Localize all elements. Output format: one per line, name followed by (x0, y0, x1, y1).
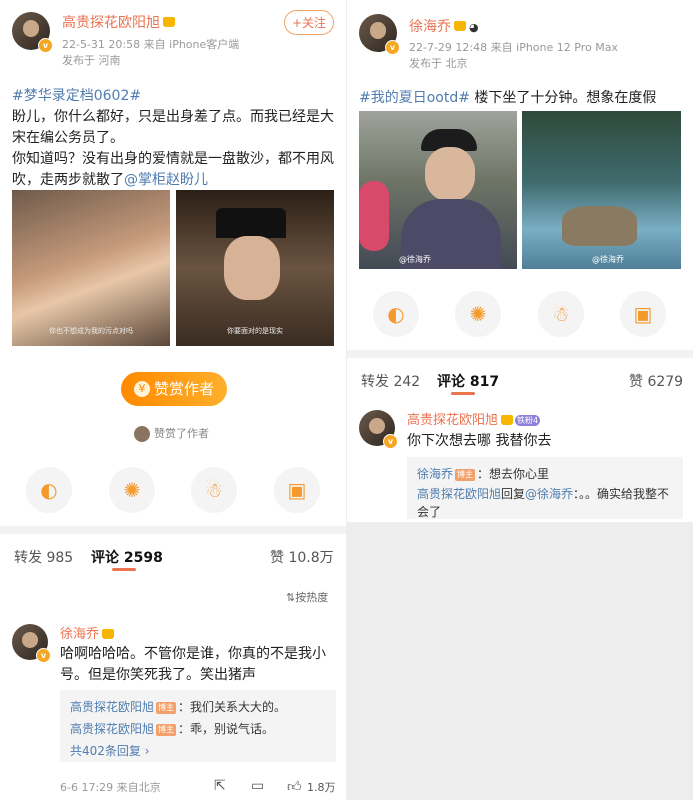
commenter-name[interactable]: 高贵探花欧阳旭 铁粉4 (407, 409, 541, 428)
post-meta: 22-7-29 12:48 来自 iPhone 12 Pro Max (409, 41, 618, 54)
like-icon[interactable]: 👍︎ (287, 778, 302, 795)
author-name[interactable]: 高贵探花欧阳旭 (62, 12, 175, 32)
post-image-1[interactable]: @徐海乔 (359, 111, 517, 269)
mention-link[interactable]: @掌柜赵盼儿 (124, 172, 208, 188)
divider (0, 526, 346, 534)
reward-author-button[interactable]: ¥ 赞赏作者 (121, 372, 227, 406)
chevron-right-icon: › (144, 744, 150, 758)
reply-item[interactable]: 高贵探花欧阳旭 博主 ：乖，别说气话。 (70, 720, 274, 737)
comment-like-count: 1.8万 (307, 781, 336, 794)
hashtag-link[interactable]: #我的夏日ootd# (359, 90, 470, 106)
post-body: #我的夏日ootd# 楼下坐了十分钟。想象在度假 (359, 90, 657, 106)
tab-likes[interactable]: 赞 6279 (629, 371, 683, 391)
wechat-icon[interactable]: ◐ (373, 291, 419, 337)
tab-forward[interactable]: 转发 242 (361, 371, 420, 391)
post-image-2[interactable]: 你要面对的是现实 (176, 190, 334, 346)
verified-badge: v (385, 40, 400, 55)
reply-item[interactable]: 高贵探花欧阳旭 博主 ：我们关系大大的。 (70, 698, 286, 715)
hashtag-link[interactable]: #梦华录定档0602# (12, 88, 141, 104)
post-image-2[interactable]: @徐海乔 (522, 111, 681, 269)
reply-box: 高贵探花欧阳旭 博主 ：我们关系大大的。 高贵探花欧阳旭 博主 ：乖，别说气话。 共40… (60, 690, 336, 762)
coin-icon: ¥ (133, 380, 150, 397)
commenter-name[interactable]: 徐海乔 (60, 623, 115, 642)
forward-icon[interactable]: ⇱ (214, 778, 226, 794)
reply-item[interactable]: 徐海乔 博主 ：想去你心里 (417, 465, 549, 482)
tab-likes[interactable]: 赞 10.8万 (270, 547, 334, 567)
stats-tabs: 转发 985 评论 2598 赞 10.8万 (0, 538, 346, 574)
crown-icon (163, 17, 175, 27)
verified-badge: v (383, 434, 398, 449)
comment-icon[interactable]: ▭ (251, 778, 264, 794)
post-meta: 22-5-31 20:58 来自 iPhone客户端 (62, 38, 240, 51)
active-tab-indicator (112, 568, 136, 571)
panda-icon: ◕ (469, 21, 479, 34)
reply-box: 徐海乔 博主 ：想去你心里 高贵探花欧阳旭回复@徐海乔：。。确实给我整不会了 (407, 457, 683, 519)
qq-icon[interactable]: ☃ (191, 467, 237, 513)
verified-badge: v (36, 648, 51, 663)
moments-icon[interactable]: ✺ (109, 467, 155, 513)
crown-icon (501, 414, 514, 425)
reward-note: 赞赏了作者 (134, 425, 209, 442)
wechat-icon[interactable]: ◐ (26, 467, 72, 513)
crown-icon (102, 628, 115, 639)
post-location: 发布于 北京 (409, 57, 468, 70)
sort-icon: ⇅ (286, 591, 296, 604)
qq-icon[interactable]: ☃ (538, 291, 584, 337)
tab-forward[interactable]: 转发 985 (14, 547, 73, 567)
rewarder-avatar (134, 426, 150, 442)
active-tab-indicator (451, 392, 475, 395)
stats-tabs: 转发 242 评论 817 赞 6279 (347, 362, 693, 398)
post-body: #梦华录定档0602# 盼儿，你什么都好，只是出身差了点。而我已经是大宋在编公务… (12, 88, 334, 188)
comment-meta: 6-6 17:29 来自北京 (60, 781, 161, 794)
comment-text: 你下次想去哪 我替你去 (407, 433, 552, 449)
fan-badge: 铁粉4 (515, 415, 541, 426)
crown-icon (454, 21, 466, 31)
save-image-icon[interactable]: ▣ (274, 467, 320, 513)
comment-text: 哈啊哈哈哈。不管你是谁，你真的不是我小号。但是你笑死我了。笑出猪声 (60, 646, 326, 683)
sort-button[interactable]: ⇅按热度 (286, 589, 328, 605)
post-image-1[interactable]: 你也不想成为我的污点对吗 (12, 190, 170, 346)
author-name[interactable]: 徐海乔 ◕ (409, 16, 479, 36)
more-replies-link[interactable]: 共402条回复 › (70, 742, 150, 759)
moments-icon[interactable]: ✺ (455, 291, 501, 337)
left-weibo-post: v 高贵探花欧阳旭 22-5-31 20:58 来自 iPhone客户端 发布于… (0, 0, 346, 800)
post-location: 发布于 河南 (62, 54, 121, 67)
verified-badge: v (38, 38, 53, 53)
save-image-icon[interactable]: ▣ (620, 291, 666, 337)
tab-comments[interactable]: 评论 817 (437, 371, 499, 391)
follow-button[interactable]: +关注 (284, 10, 334, 35)
tab-comments[interactable]: 评论 2598 (91, 547, 163, 567)
divider (347, 350, 693, 358)
right-weibo-post: v 徐海乔 ◕ 22-7-29 12:48 来自 iPhone 12 Pro Ma… (347, 0, 693, 522)
reply-item[interactable]: 高贵探花欧阳旭回复@徐海乔：。。确实给我整不会了 (417, 485, 677, 521)
